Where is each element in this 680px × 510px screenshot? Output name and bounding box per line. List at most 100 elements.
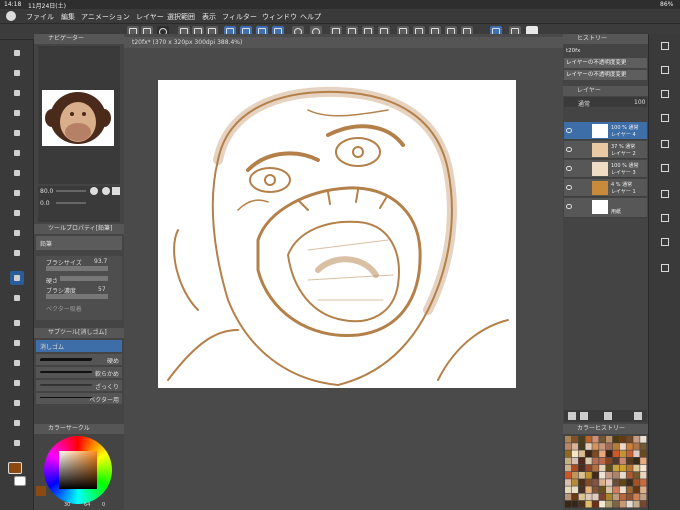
color-swatch[interactable] bbox=[599, 443, 606, 450]
merge-icon[interactable] bbox=[604, 412, 612, 420]
menu-help[interactable]: ヘルプ bbox=[300, 12, 321, 22]
color-swatch[interactable] bbox=[633, 443, 640, 450]
color-swatch[interactable] bbox=[640, 450, 647, 457]
color-swatch[interactable] bbox=[571, 500, 579, 508]
panel-icon-6[interactable] bbox=[659, 162, 671, 174]
color-swatch[interactable] bbox=[571, 450, 579, 457]
color-swatch[interactable] bbox=[565, 479, 572, 486]
menu-layer[interactable]: レイヤー bbox=[136, 12, 164, 22]
pen-tool-icon[interactable] bbox=[10, 186, 24, 200]
color-swatch[interactable] bbox=[626, 457, 633, 465]
color-swatch[interactable] bbox=[599, 486, 606, 493]
panel-icon-5[interactable] bbox=[659, 138, 671, 150]
menu-filter[interactable]: フィルター bbox=[222, 12, 257, 22]
panel-icon-1[interactable] bbox=[659, 40, 671, 52]
layer-row[interactable]: 37 % 通常 レイヤー 2 bbox=[564, 141, 647, 159]
color-swatch[interactable] bbox=[592, 500, 599, 508]
color-swatch[interactable] bbox=[619, 464, 626, 472]
color-swatch[interactable] bbox=[585, 479, 592, 486]
color-swatch[interactable] bbox=[619, 443, 626, 450]
color-swatch[interactable] bbox=[592, 479, 599, 486]
color-swatch[interactable] bbox=[606, 472, 613, 479]
color-swatch[interactable] bbox=[592, 493, 599, 501]
ruler-tool-icon[interactable] bbox=[10, 396, 24, 410]
color-swatch[interactable] bbox=[640, 443, 647, 450]
history-item[interactable]: t20fx bbox=[564, 46, 647, 56]
zoom-tool-icon[interactable] bbox=[10, 46, 24, 60]
color-swatch[interactable] bbox=[606, 486, 613, 493]
color-swatch[interactable] bbox=[599, 479, 606, 486]
color-swatch[interactable] bbox=[633, 500, 640, 508]
color-swatch[interactable] bbox=[599, 500, 606, 508]
color-swatch[interactable] bbox=[606, 436, 613, 443]
color-swatch[interactable] bbox=[565, 472, 572, 479]
color-swatch[interactable] bbox=[626, 436, 633, 443]
color-swatch[interactable] bbox=[612, 472, 620, 479]
color-swatch[interactable] bbox=[633, 450, 640, 457]
color-swatch[interactable] bbox=[571, 479, 579, 486]
color-swatch[interactable] bbox=[592, 464, 599, 472]
selection-tool-icon[interactable] bbox=[10, 126, 24, 140]
color-swatch[interactable] bbox=[599, 472, 606, 479]
menu-edit[interactable]: 編集 bbox=[61, 12, 75, 22]
color-swatch[interactable] bbox=[565, 436, 572, 443]
color-swatch[interactable] bbox=[578, 493, 585, 501]
panel-icon-10[interactable] bbox=[659, 262, 671, 274]
color-swatch[interactable] bbox=[612, 457, 620, 465]
panel-icon-7[interactable] bbox=[659, 188, 671, 200]
color-swatch[interactable] bbox=[619, 457, 626, 465]
color-swatch[interactable] bbox=[633, 436, 640, 443]
eye-icon[interactable] bbox=[566, 204, 572, 209]
fit-icon[interactable] bbox=[112, 187, 120, 195]
color-swatch[interactable] bbox=[585, 500, 592, 508]
panel-icon-4[interactable] bbox=[659, 112, 671, 124]
blend-tool-icon[interactable] bbox=[10, 291, 24, 305]
color-swatch[interactable] bbox=[599, 493, 606, 501]
color-swatch[interactable] bbox=[640, 436, 647, 443]
color-swatch[interactable] bbox=[626, 450, 633, 457]
color-swatch[interactable] bbox=[612, 500, 620, 508]
layer-row-paper[interactable]: 用紙 bbox=[564, 198, 647, 218]
color-swatch[interactable] bbox=[626, 464, 633, 472]
color-swatch[interactable] bbox=[619, 436, 626, 443]
color-swatch[interactable] bbox=[585, 486, 592, 493]
new-layer-icon[interactable] bbox=[568, 412, 576, 420]
color-swatch[interactable] bbox=[578, 479, 585, 486]
pencil-tool-icon[interactable] bbox=[10, 206, 24, 220]
color-swatch[interactable] bbox=[619, 500, 626, 508]
color-swatch[interactable] bbox=[606, 500, 613, 508]
color-swatch[interactable] bbox=[606, 464, 613, 472]
angle-slider[interactable] bbox=[56, 202, 86, 204]
balloon-tool-icon[interactable] bbox=[10, 436, 24, 450]
color-swatch[interactable] bbox=[578, 464, 585, 472]
color-swatch[interactable] bbox=[571, 493, 579, 501]
color-swatch[interactable] bbox=[612, 443, 620, 450]
brush-size-slider[interactable] bbox=[46, 266, 108, 271]
color-swatch[interactable] bbox=[626, 479, 633, 486]
zoom-slider[interactable] bbox=[56, 190, 86, 192]
menu-selection[interactable]: 選択範囲 bbox=[167, 12, 195, 22]
color-swatch[interactable] bbox=[612, 464, 620, 472]
brush-tool-icon[interactable] bbox=[10, 226, 24, 240]
color-swatch[interactable] bbox=[619, 450, 626, 457]
color-swatch[interactable] bbox=[565, 500, 572, 508]
color-swatch[interactable] bbox=[578, 436, 585, 443]
document-tab[interactable]: t20fx* (370 x 320px 300dpi 388.4%) bbox=[124, 37, 564, 48]
color-swatch[interactable] bbox=[640, 464, 647, 472]
menu-view[interactable]: 表示 bbox=[202, 12, 216, 22]
color-swatch[interactable] bbox=[585, 450, 592, 457]
color-swatch[interactable] bbox=[585, 457, 592, 465]
color-swatch[interactable] bbox=[565, 486, 572, 493]
color-swatch[interactable] bbox=[565, 464, 572, 472]
fill-tool-icon[interactable] bbox=[10, 316, 24, 330]
color-swatch[interactable] bbox=[606, 443, 613, 450]
color-swatch[interactable] bbox=[606, 479, 613, 486]
subtool-item-soft[interactable]: 軟らかめ bbox=[36, 367, 122, 379]
subtool-group-tab[interactable]: 消しゴム bbox=[36, 340, 122, 352]
color-swatch[interactable] bbox=[633, 472, 640, 479]
menu-file[interactable]: ファイル bbox=[26, 12, 54, 22]
color-swatch[interactable] bbox=[571, 443, 579, 450]
eye-icon[interactable] bbox=[566, 128, 572, 133]
color-swatch[interactable] bbox=[633, 493, 640, 501]
panel-icon-8[interactable] bbox=[659, 212, 671, 224]
